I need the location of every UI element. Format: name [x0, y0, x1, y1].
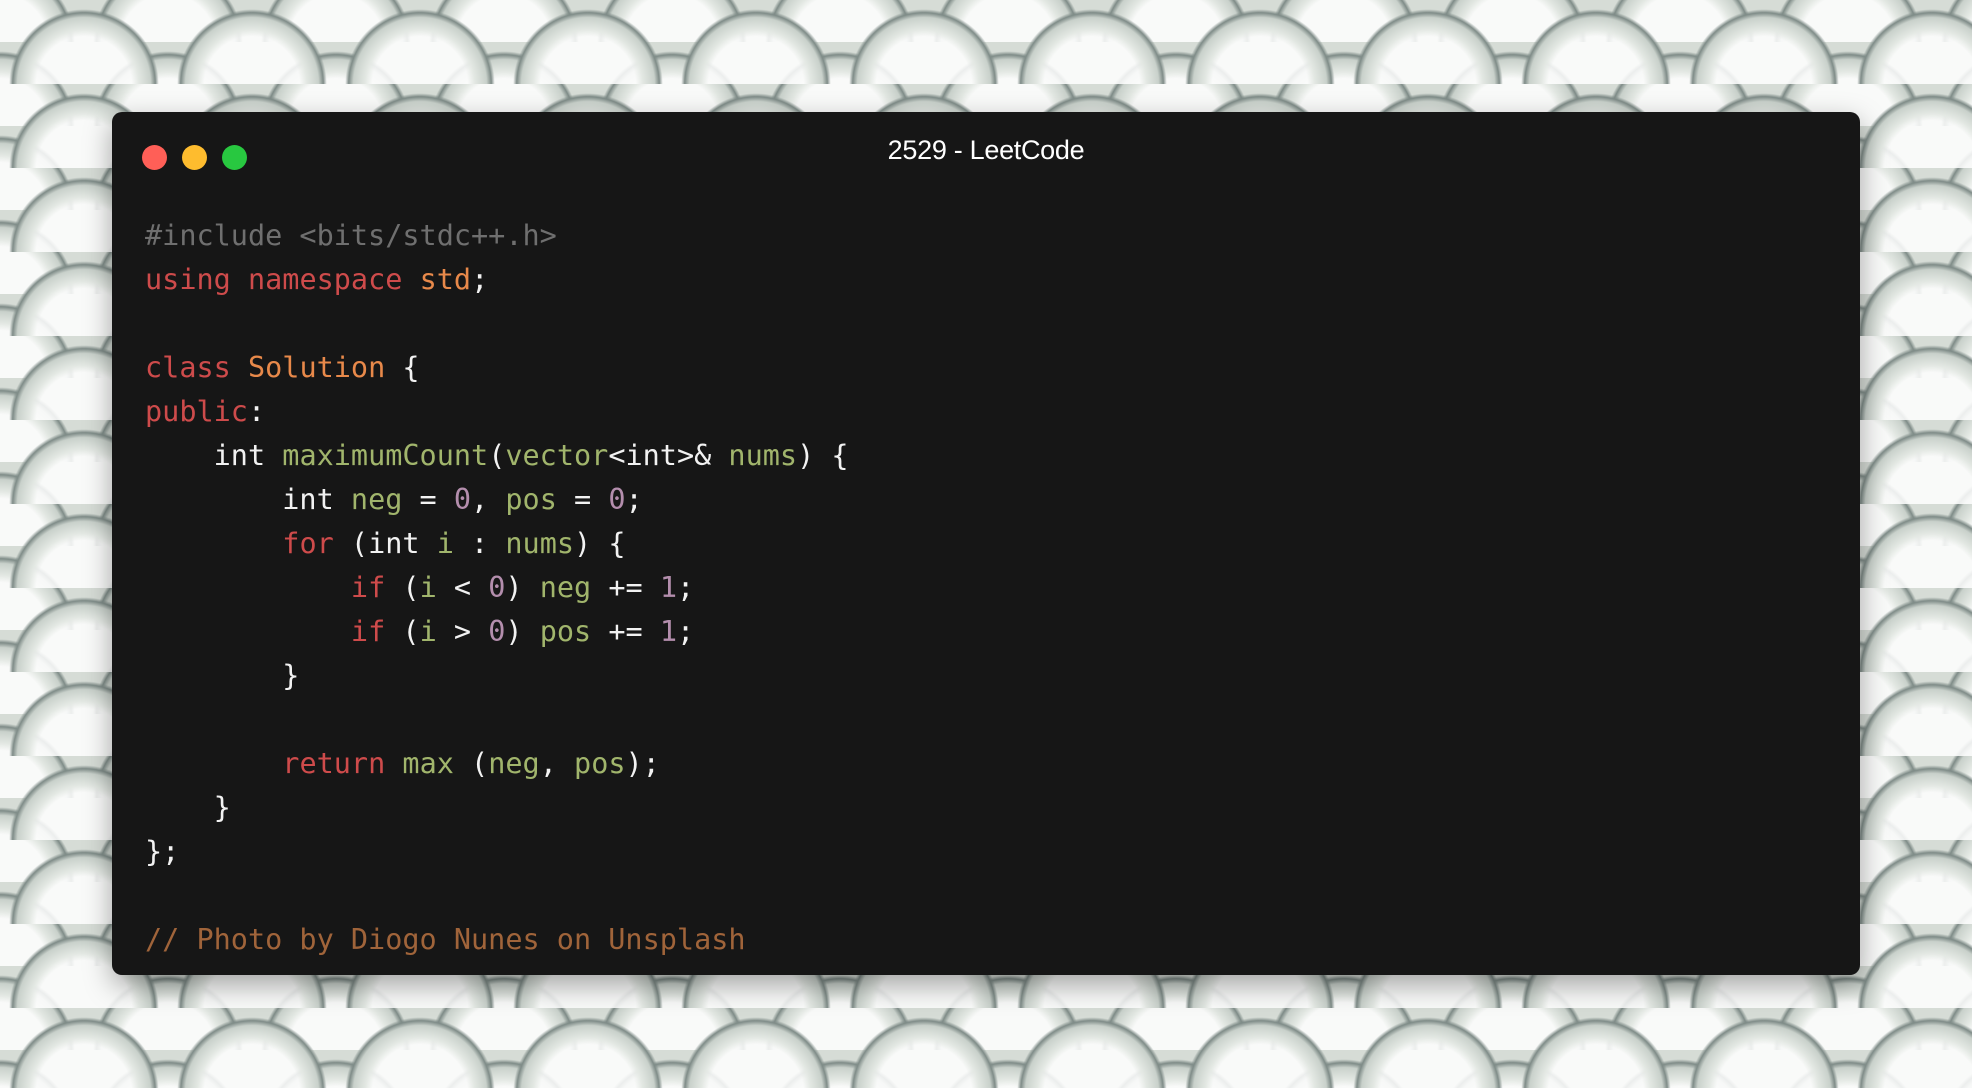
code-line: using namespace std; — [145, 258, 849, 302]
code-token: public — [145, 395, 248, 428]
code-token: : — [247, 395, 266, 428]
code-line: if (i > 0) pos += 1; — [145, 610, 849, 654]
code-token: > — [436, 615, 489, 648]
code-token: nums — [728, 439, 798, 472]
code-token: , — [471, 483, 506, 516]
code-token: { — [385, 351, 420, 384]
code-token: pos — [505, 483, 557, 516]
code-token: std — [419, 263, 472, 296]
code-token: (int — [333, 527, 437, 560]
code-line: int neg = 0, pos = 0; — [145, 478, 849, 522]
code-token: 0 — [488, 615, 506, 648]
code-token: < — [436, 571, 489, 604]
code-token: using — [145, 263, 231, 296]
window-title: 2529 - LeetCode — [887, 135, 1085, 165]
code-token: if — [350, 615, 386, 648]
code-token: } — [145, 659, 300, 692]
code-token: namespace — [247, 263, 403, 296]
code-token: int — [145, 439, 283, 472]
title-bar: 2529 - LeetCode — [112, 112, 1860, 194]
code-token: class — [145, 351, 231, 384]
code-token: max — [402, 747, 454, 780]
code-line: for (int i : nums) { — [145, 522, 849, 566]
code-line: public: — [145, 390, 849, 434]
code-token: i — [419, 571, 437, 604]
code-token: i — [419, 615, 437, 648]
code-line: return max (neg, pos); — [145, 742, 849, 786]
code-token: ( — [488, 439, 506, 472]
code-token: ) { — [574, 527, 626, 560]
code-token: if — [350, 571, 386, 604]
code-token: for — [282, 527, 334, 560]
code-token: ; — [625, 483, 643, 516]
code-token: ; — [677, 571, 695, 604]
code-token: ) — [505, 571, 540, 604]
code-token: 1 — [659, 615, 678, 648]
code-token: <int>& — [608, 439, 729, 472]
code-token: }; — [145, 835, 180, 868]
code-token: nums — [505, 527, 575, 560]
code-token: ( — [385, 615, 420, 648]
code-line: #include <bits/stdc++.h> — [145, 214, 849, 258]
code-token: return — [282, 747, 386, 780]
code-block: #include <bits/stdc++.h> using namespace … — [145, 214, 849, 962]
code-token: vector — [505, 439, 609, 472]
code-token: ( — [453, 747, 489, 780]
code-line: } — [145, 786, 849, 830]
code-token: ) { — [797, 439, 849, 472]
code-token: i — [436, 527, 454, 560]
code-token: ( — [385, 571, 420, 604]
code-token: } — [145, 791, 231, 824]
code-window: 2529 - LeetCode #include <bits/stdc++.h>… — [112, 112, 1860, 975]
code-token: = — [556, 483, 609, 516]
code-token: pos — [539, 615, 592, 648]
code-token: maximumCount — [282, 439, 489, 472]
code-token: neg — [350, 483, 403, 516]
code-token: += — [591, 571, 660, 604]
code-token: 0 — [488, 571, 506, 604]
code-line: } — [145, 654, 849, 698]
code-line: class Solution { — [145, 346, 849, 390]
code-token: pos — [574, 747, 626, 780]
code-token: ) — [505, 615, 540, 648]
code-line: // Photo by Diogo Nunes on Unsplash — [145, 918, 849, 962]
code-token: , — [539, 747, 575, 780]
code-token: #include <bits/stdc++.h> — [145, 219, 557, 252]
code-token: // Photo by Diogo Nunes on Unsplash — [145, 923, 746, 956]
code-token: int — [145, 483, 351, 516]
code-token: ; — [471, 263, 489, 296]
code-token: 0 — [453, 483, 472, 516]
code-token: += — [591, 615, 660, 648]
code-token: = — [402, 483, 454, 516]
code-token: neg — [488, 747, 540, 780]
code-token: ; — [677, 615, 695, 648]
code-token: 1 — [659, 571, 678, 604]
code-token: Solution — [247, 351, 386, 384]
code-token: 0 — [608, 483, 626, 516]
code-line: if (i < 0) neg += 1; — [145, 566, 849, 610]
code-line: int maximumCount(vector<int>& nums) { — [145, 434, 849, 478]
code-token: neg — [539, 571, 592, 604]
code-token: ); — [625, 747, 660, 780]
code-line: }; — [145, 830, 849, 874]
code-token: : — [453, 527, 506, 560]
